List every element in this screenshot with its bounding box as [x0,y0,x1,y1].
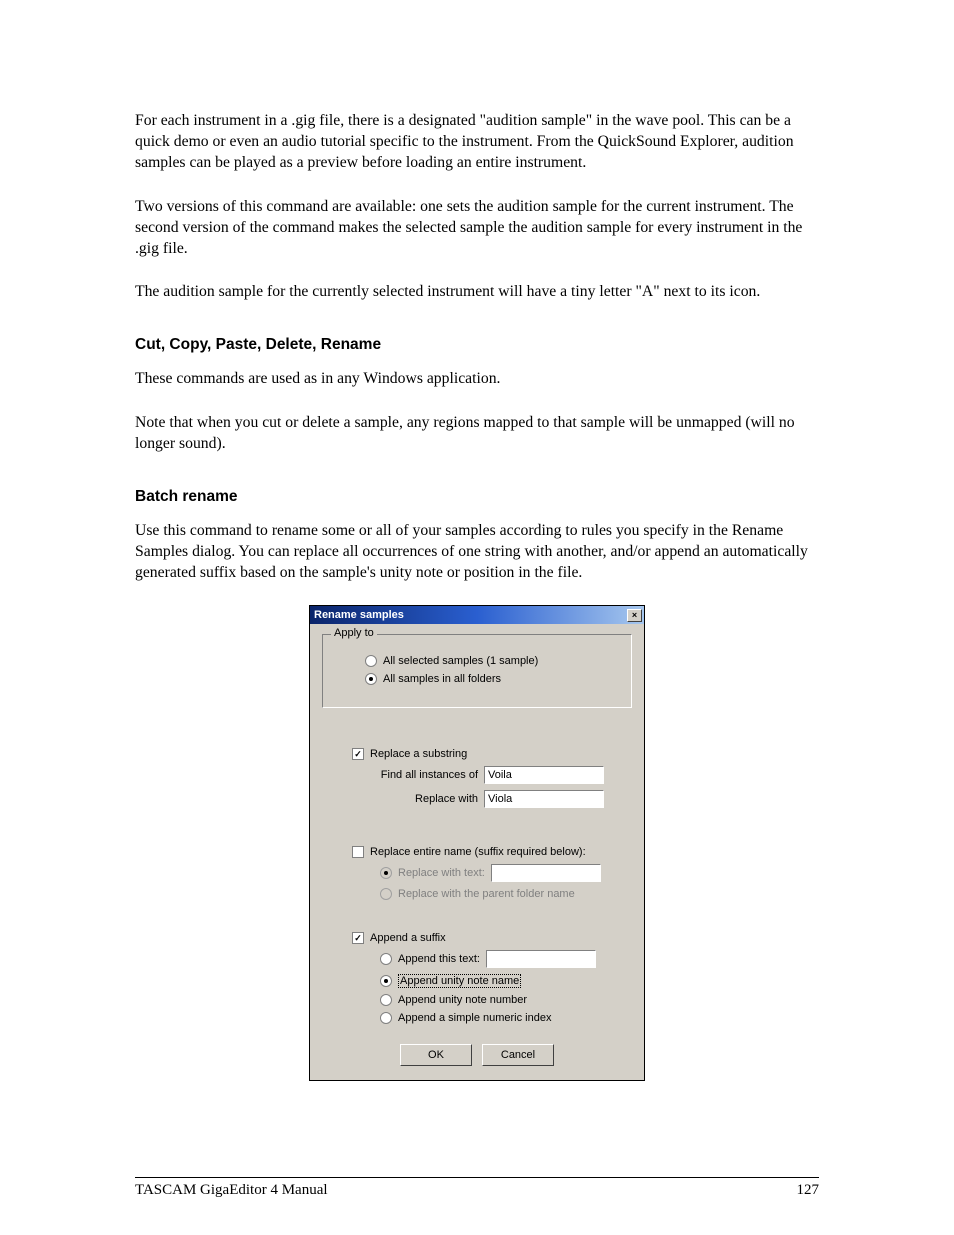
checkbox-label: Append a suffix [370,932,446,944]
append-index-row[interactable]: Append a simple numeric index [380,1012,632,1024]
replace-with-parent-row: Replace with the parent folder name [380,888,632,900]
page-content: For each instrument in a .gig file, ther… [135,110,819,1081]
paragraph: The audition sample for the currently se… [135,281,819,302]
dialog-titlebar[interactable]: Rename samples × [310,606,644,624]
checkbox-label: Replace entire name (suffix required bel… [370,846,586,858]
append-text-row[interactable]: Append this text: [380,950,632,968]
paragraph: Two versions of this command are availab… [135,196,819,260]
replace-entire-text-input [491,864,601,882]
heading-cut-copy: Cut, Copy, Paste, Delete, Rename [135,336,819,354]
dialog-body: Apply to All selected samples (1 sample)… [310,624,644,1080]
radio-icon[interactable] [380,994,392,1006]
ok-button[interactable]: OK [400,1044,472,1066]
replace-substring-row[interactable]: Replace a substring [352,748,632,760]
radio-label: Append unity note number [398,994,527,1006]
append-note-number-row[interactable]: Append unity note number [380,994,632,1006]
close-icon[interactable]: × [627,609,642,622]
apply-to-legend: Apply to [331,627,377,639]
radio-label: All samples in all folders [383,673,501,685]
replace-with-row: Replace with [378,790,632,808]
radio-label: Append this text: [398,953,480,965]
paragraph: For each instrument in a .gig file, ther… [135,110,819,174]
replace-entire-row[interactable]: Replace entire name (suffix required bel… [352,846,632,858]
paragraph: Use this command to rename some or all o… [135,520,819,584]
append-text-input[interactable] [486,950,596,968]
rename-samples-dialog: Rename samples × Apply to All selected s… [309,605,645,1081]
radio-label: All selected samples (1 sample) [383,655,538,667]
apply-to-group: Apply to All selected samples (1 sample)… [322,634,632,708]
find-instances-row: Find all instances of [378,766,632,784]
heading-batch-rename: Batch rename [135,488,819,506]
radio-icon [380,867,392,879]
footer-left: TASCAM GigaEditor 4 Manual [135,1182,328,1199]
radio-label: Replace with the parent folder name [398,888,575,900]
checkbox-icon[interactable] [352,846,364,858]
apply-to-all-row[interactable]: All samples in all folders [365,673,619,685]
find-input[interactable] [484,766,604,784]
radio-icon[interactable] [380,953,392,965]
replace-with-text-row: Replace with text: [380,864,632,882]
page-footer: TASCAM GigaEditor 4 Manual 127 [135,1177,819,1199]
page-number: 127 [797,1182,820,1199]
append-note-name-row[interactable]: Append unity note name [380,974,632,988]
checkbox-label: Replace a substring [370,748,467,760]
radio-icon [380,888,392,900]
checkbox-icon[interactable] [352,932,364,944]
radio-label: Replace with text: [398,867,485,879]
paragraph: These commands are used as in any Window… [135,368,819,389]
radio-icon[interactable] [365,673,377,685]
paragraph: Note that when you cut or delete a sampl… [135,412,819,454]
radio-label: Append a simple numeric index [398,1012,551,1024]
checkbox-icon[interactable] [352,748,364,760]
radio-icon[interactable] [365,655,377,667]
radio-label: Append unity note name [398,974,521,988]
replace-input[interactable] [484,790,604,808]
dialog-buttons: OK Cancel [322,1044,632,1066]
cancel-button[interactable]: Cancel [482,1044,554,1066]
radio-icon[interactable] [380,975,392,987]
dialog-title: Rename samples [314,609,404,621]
footer-rule [135,1177,819,1178]
append-suffix-row[interactable]: Append a suffix [352,932,632,944]
radio-icon[interactable] [380,1012,392,1024]
apply-to-selected-row[interactable]: All selected samples (1 sample) [365,655,619,667]
field-label: Find all instances of [378,769,478,781]
field-label: Replace with [378,793,478,805]
